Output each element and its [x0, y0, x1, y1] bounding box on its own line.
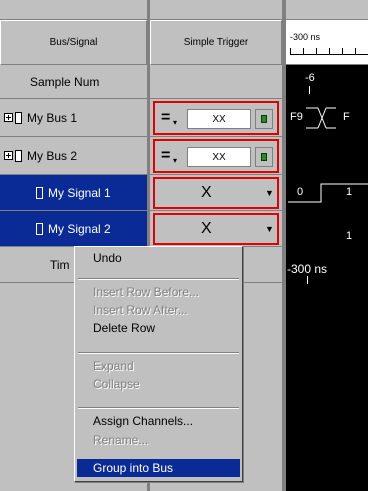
timeline-label: -300 ns: [290, 32, 321, 42]
signal-waveform: [288, 183, 368, 203]
signal-icon: [36, 186, 43, 199]
trigger-value: XX: [212, 113, 226, 125]
menu-separator: [78, 278, 239, 280]
menu-separator: [78, 407, 239, 409]
menu-item-undo[interactable]: Undo: [77, 249, 240, 267]
dropdown-arrow-icon[interactable]: ▼: [265, 224, 274, 234]
menu-item-insert-row-after[interactable]: Insert Row After...: [77, 301, 240, 319]
row-label: My Signal 1: [48, 185, 111, 200]
waveform-value: -6: [305, 72, 315, 84]
menu-item-label: Insert Row After...: [93, 303, 188, 317]
trigger-box-signal-1[interactable]: X ▼: [153, 177, 279, 209]
bus-icon: [15, 149, 22, 162]
menu-item-label: Undo: [93, 251, 122, 265]
trigger-value: XX: [212, 151, 226, 163]
trigger-cell-empty: [150, 65, 282, 99]
expand-icon[interactable]: [4, 113, 13, 122]
pattern-editor-button[interactable]: [255, 109, 273, 129]
trigger-value: X: [201, 184, 212, 201]
trigger-box-signal-2[interactable]: X ▼: [153, 213, 279, 245]
waveform-value: F9: [290, 111, 303, 123]
waveform-value: -300 ns: [287, 262, 328, 276]
menu-item-label: Collapse: [93, 377, 140, 391]
top-strip: [0, 0, 368, 20]
waveform-marker: [307, 276, 308, 284]
dropdown-arrow-icon: ▾: [173, 156, 178, 165]
trigger-box-bus-2[interactable]: = ▾ XX: [153, 139, 279, 173]
context-menu: Undo Insert Row Before... Insert Row Aft…: [74, 246, 243, 482]
calculator-icon: [261, 115, 267, 123]
column-header-label: Bus/Signal: [49, 37, 98, 48]
row-label: Sample Num: [30, 74, 100, 89]
menu-item-expand[interactable]: Expand: [77, 357, 240, 375]
table-row-my-bus-1[interactable]: My Bus 1: [0, 99, 147, 137]
waveform-value: 1: [346, 230, 353, 242]
row-label-group: My Signal 2: [36, 211, 111, 246]
column-header-simple-trigger[interactable]: Simple Trigger: [150, 20, 282, 65]
menu-item-delete-row[interactable]: Delete Row: [77, 319, 240, 337]
waveform-value: F: [343, 111, 350, 123]
menu-item-label: Group into Bus: [93, 461, 174, 475]
menu-item-group-into-bus[interactable]: Group into Bus: [77, 459, 240, 477]
row-label: My Signal 2: [48, 221, 111, 236]
timeline-ticks: [290, 48, 368, 55]
waveform-marker: [309, 86, 310, 94]
trigger-box-bus-1[interactable]: = ▾ XX: [153, 101, 279, 135]
pattern-editor-button[interactable]: [255, 147, 273, 167]
row-label: My Bus 2: [27, 148, 78, 163]
column-header-label: Simple Trigger: [183, 37, 249, 48]
bus-transition: [306, 107, 336, 129]
operator-dropdown[interactable]: =: [161, 147, 170, 165]
menu-item-rename[interactable]: Rename...: [77, 431, 240, 449]
menu-item-label: Delete Row: [93, 321, 156, 335]
calculator-icon: [261, 153, 267, 161]
menu-item-insert-row-before[interactable]: Insert Row Before...: [77, 283, 240, 301]
menu-item-label: Rename...: [93, 433, 149, 447]
menu-item-collapse[interactable]: Collapse: [77, 375, 240, 393]
menu-separator: [78, 352, 239, 354]
row-label: My Bus 1: [27, 110, 78, 125]
table-row-my-signal-2[interactable]: My Signal 2: [0, 211, 147, 247]
menu-item-assign-channels[interactable]: Assign Channels...: [77, 412, 240, 430]
menu-item-label: Insert Row Before...: [93, 285, 200, 299]
operator-dropdown[interactable]: =: [161, 109, 170, 127]
signal-icon: [36, 222, 43, 235]
table-row-my-bus-2[interactable]: My Bus 2: [0, 137, 147, 175]
timeline-ruler[interactable]: -300 ns: [286, 20, 368, 65]
trigger-value-field[interactable]: XX: [187, 109, 251, 129]
trigger-value-field[interactable]: XX: [187, 147, 251, 167]
row-label-group: My Bus 1: [4, 99, 77, 136]
expand-icon[interactable]: [4, 151, 13, 160]
bus-icon: [15, 111, 22, 124]
menu-item-label: Expand: [93, 359, 134, 373]
dropdown-arrow-icon: ▾: [173, 118, 178, 127]
table-row-my-signal-1[interactable]: My Signal 1: [0, 175, 147, 211]
table-row-sample-number[interactable]: Sample Num: [0, 65, 147, 99]
row-label: Tim: [50, 257, 70, 272]
column-header-bus-signal[interactable]: Bus/Signal: [0, 20, 147, 65]
row-label-group: My Signal 1: [36, 175, 111, 210]
menu-item-label: Assign Channels...: [93, 414, 194, 428]
dropdown-arrow-icon[interactable]: ▼: [265, 188, 274, 198]
row-label-group: My Bus 2: [4, 137, 77, 174]
trigger-value: X: [201, 220, 212, 237]
